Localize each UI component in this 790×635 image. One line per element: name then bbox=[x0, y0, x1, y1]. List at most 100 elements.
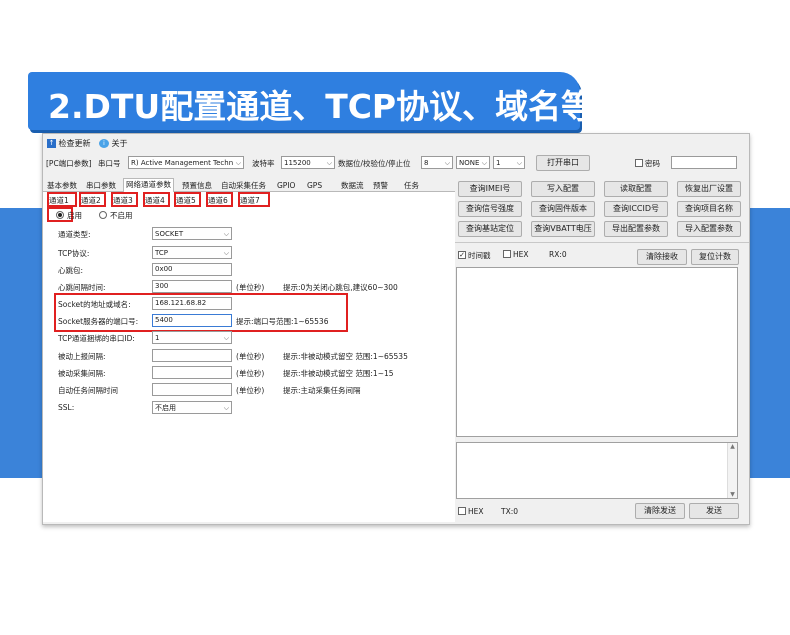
write-config-button[interactable]: 写入配置 bbox=[531, 181, 595, 197]
tcp-select[interactable]: TCP ⌵ bbox=[152, 246, 232, 259]
tab-task[interactable]: 任务 bbox=[402, 180, 421, 192]
divider bbox=[455, 242, 749, 243]
highlight-box bbox=[54, 293, 348, 332]
chevron-down-icon: ⌵ bbox=[223, 249, 229, 257]
factory-reset-button[interactable]: 恢复出厂设置 bbox=[677, 181, 741, 197]
passive-collect-input[interactable] bbox=[152, 366, 232, 379]
tab-preset[interactable]: 预置信息 bbox=[180, 180, 214, 192]
chevron-down-icon: ⌵ bbox=[235, 159, 241, 167]
scrollbar[interactable]: ▲ ▼ bbox=[727, 443, 737, 498]
query-base-station-button[interactable]: 查询基站定位 bbox=[458, 221, 522, 237]
upload-icon: ↑ bbox=[47, 139, 56, 148]
open-port-button[interactable]: 打开串口 bbox=[536, 155, 590, 171]
tcp-bind-label: TCP通道捆绑的串口ID: bbox=[58, 334, 135, 343]
timestamp-checkbox[interactable]: ✓ 时间戳 bbox=[458, 250, 491, 261]
heartbeat-input[interactable]: 0x00 bbox=[152, 263, 232, 276]
receive-textarea[interactable] bbox=[456, 267, 738, 437]
export-config-button[interactable]: 导出配置参数 bbox=[604, 221, 668, 237]
reset-count-button[interactable]: 复位计数 bbox=[691, 249, 739, 265]
about-label: 关于 bbox=[111, 139, 128, 148]
chevron-down-icon: ⌵ bbox=[516, 159, 522, 167]
frame-label: 数据位/校验位/停止位 bbox=[338, 159, 411, 168]
passive-report-label: 被动上报间隔: bbox=[58, 352, 106, 361]
tab-basic[interactable]: 基本参数 bbox=[45, 180, 79, 192]
channel-type-select[interactable]: SOCKET ⌵ bbox=[152, 227, 232, 240]
timestamp-check[interactable]: ✓ bbox=[458, 251, 466, 259]
highlight-box bbox=[79, 192, 106, 207]
query-project-name-button[interactable]: 查询项目名称 bbox=[677, 201, 741, 217]
password-input[interactable] bbox=[671, 156, 737, 169]
clear-receive-button[interactable]: 清除接收 bbox=[637, 249, 687, 265]
tx-hex-check[interactable] bbox=[458, 507, 466, 515]
password-check[interactable] bbox=[635, 159, 643, 167]
tab-gps[interactable]: GPS bbox=[305, 180, 324, 192]
tcp-bind-select[interactable]: 1 ⌵ bbox=[152, 331, 232, 344]
password-checkbox[interactable]: 密码 bbox=[635, 158, 660, 169]
check-update-label: 检查更新 bbox=[58, 139, 91, 148]
chevron-down-icon: ⌵ bbox=[444, 159, 450, 167]
tcp-label: TCP协议: bbox=[58, 249, 90, 258]
highlight-box bbox=[111, 192, 138, 207]
chevron-down-icon: ⌵ bbox=[481, 159, 487, 167]
send-button[interactable]: 发送 bbox=[689, 503, 739, 519]
banner-title: 2.DTU配置通道、TCP协议、域名等。 bbox=[48, 87, 628, 126]
auto-task-unit: (单位秒) bbox=[236, 386, 265, 395]
pc-port-section-label: [PC端口参数] bbox=[46, 159, 92, 168]
radio-off[interactable] bbox=[99, 211, 107, 219]
radio-on[interactable] bbox=[56, 211, 64, 219]
port-label: 串口号 bbox=[98, 159, 121, 168]
query-iccid-button[interactable]: 查询ICCID号 bbox=[604, 201, 668, 217]
check-update-button[interactable]: ↑ 检查更新 bbox=[47, 138, 91, 149]
heartbeat-label: 心跳包: bbox=[58, 266, 84, 275]
stop-bits-select[interactable]: 1 ⌵ bbox=[493, 156, 525, 169]
highlight-box bbox=[238, 192, 270, 207]
query-firmware-button[interactable]: 查询固件版本 bbox=[531, 201, 595, 217]
parity-select[interactable]: NONE ⌵ bbox=[456, 156, 490, 169]
channel-type-label: 通道类型: bbox=[58, 230, 91, 239]
rx-hex-checkbox[interactable]: HEX bbox=[503, 250, 529, 259]
speech-bubble-icon: i bbox=[99, 139, 109, 148]
passive-report-input[interactable] bbox=[152, 349, 232, 362]
tx-counter: TX:0 bbox=[501, 507, 519, 516]
send-textarea[interactable]: ▲ ▼ bbox=[456, 442, 738, 499]
scroll-up-icon[interactable]: ▲ bbox=[728, 443, 737, 450]
highlight-box bbox=[206, 192, 233, 207]
chevron-down-icon: ⌵ bbox=[326, 159, 332, 167]
chevron-down-icon: ⌵ bbox=[223, 404, 229, 412]
auto-task-input[interactable] bbox=[152, 383, 232, 396]
passive-collect-hint: 提示:非被动模式留空 范围:1~15 bbox=[283, 369, 394, 378]
import-config-button[interactable]: 导入配置参数 bbox=[677, 221, 741, 237]
rx-hex-check[interactable] bbox=[503, 250, 511, 258]
query-signal-button[interactable]: 查询信号强度 bbox=[458, 201, 522, 217]
passive-report-hint: 提示:非被动模式留空 范围:1~65535 bbox=[283, 352, 408, 361]
tx-hex-checkbox[interactable]: HEX bbox=[458, 507, 484, 516]
tab-alert[interactable]: 预警 bbox=[371, 180, 390, 192]
about-button[interactable]: i 关于 bbox=[99, 138, 128, 149]
tab-auto-collect[interactable]: 自动采集任务 bbox=[219, 180, 268, 192]
query-vbatt-button[interactable]: 查询VBATT电压 bbox=[531, 221, 595, 237]
tab-data-stream[interactable]: 数据流 bbox=[339, 180, 366, 192]
heartbeat-interval-input[interactable]: 300 bbox=[152, 280, 232, 293]
scroll-down-icon[interactable]: ▼ bbox=[728, 491, 737, 498]
chevron-down-icon: ⌵ bbox=[223, 230, 229, 238]
config-window: ↑ 检查更新 i 关于 [PC端口参数] 串口号 R) Active Manag… bbox=[42, 133, 750, 525]
ssl-select[interactable]: 不启用 ⌵ bbox=[152, 401, 232, 414]
chevron-down-icon: ⌵ bbox=[223, 334, 229, 342]
data-bits-select[interactable]: 8 ⌵ bbox=[421, 156, 453, 169]
disable-radio[interactable]: 不启用 bbox=[99, 210, 133, 221]
network-channel-panel: 通道1 通道2 通道3 通道4 通道5 通道6 通道7 启用 不启用 通道类型:… bbox=[43, 192, 455, 522]
tab-network-channel[interactable]: 网络通道参数 bbox=[123, 178, 174, 192]
enable-radio[interactable]: 启用 bbox=[56, 210, 82, 221]
highlight-box bbox=[47, 192, 77, 207]
clear-send-button[interactable]: 清除发送 bbox=[635, 503, 685, 519]
tab-gpio[interactable]: GPIO bbox=[275, 180, 297, 192]
tab-serial[interactable]: 串口参数 bbox=[84, 180, 118, 192]
query-imei-button[interactable]: 查询IMEI号 bbox=[458, 181, 522, 197]
highlight-box bbox=[143, 192, 170, 207]
read-config-button[interactable]: 读取配置 bbox=[604, 181, 668, 197]
auto-task-hint: 提示:主动采集任务间隔 bbox=[283, 386, 361, 395]
port-select[interactable]: R) Active Management Techn ⌵ bbox=[128, 156, 244, 169]
baud-select[interactable]: 115200 ⌵ bbox=[281, 156, 335, 169]
baud-label: 波特率 bbox=[252, 159, 275, 168]
rx-counter: RX:0 bbox=[549, 250, 567, 259]
